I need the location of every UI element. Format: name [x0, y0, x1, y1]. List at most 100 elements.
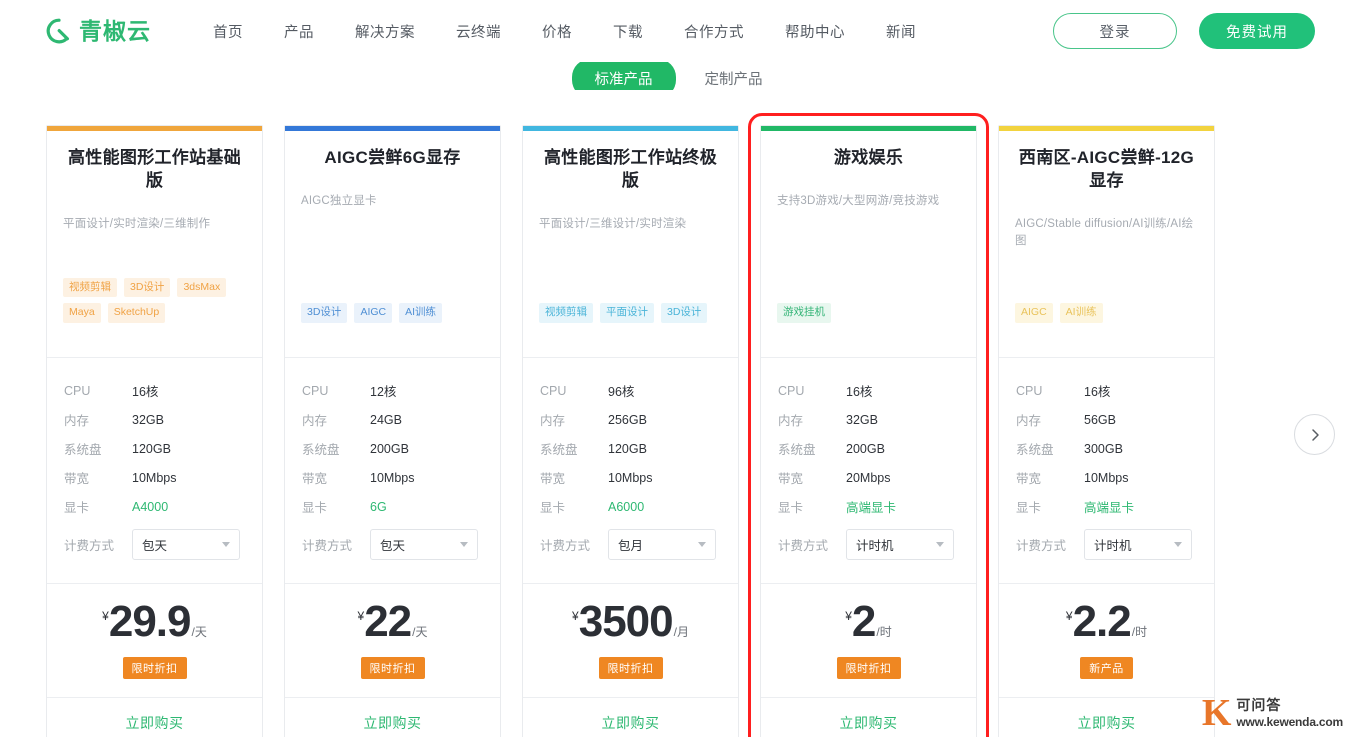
card-buy-block: 立即购买	[999, 697, 1214, 737]
feature-tag[interactable]: AI训练	[1059, 303, 1103, 323]
price-line: ¥ 29.9 /天	[102, 600, 207, 644]
nav-item-cloud-terminal[interactable]: 云终端	[456, 21, 501, 42]
billing-select[interactable]: 包天	[132, 528, 240, 560]
spec-label-memory: 内存	[778, 414, 804, 428]
spec-row-bandwidth: 带宽 10Mbps	[1016, 463, 1197, 492]
feature-tag[interactable]: AIGC	[354, 303, 393, 323]
pricing-card[interactable]: 西南区-AIGC尝鲜-12G显存 AIGC/Stable diffusion/A…	[998, 125, 1215, 737]
currency-symbol: ¥	[102, 609, 109, 623]
billing-select[interactable]: 计时机	[846, 528, 954, 560]
buy-now-button[interactable]: 立即购买	[840, 713, 898, 733]
spec-row-gpu: 显卡 6G	[302, 492, 483, 521]
tab-standard-products[interactable]: 标准产品	[571, 59, 676, 90]
card-title: 游戏娱乐	[833, 148, 904, 167]
spec-value-cpu: 16核	[132, 385, 159, 399]
pricing-card[interactable]: 高性能图形工作站基础版 平面设计/实时渲染/三维制作 视频剪辑 3D设计 3dsMa…	[46, 125, 263, 737]
spec-label-bandwidth: 带宽	[64, 472, 90, 486]
spec-row-memory: 内存 32GB	[778, 405, 959, 434]
spec-label-memory: 内存	[64, 414, 90, 428]
card-header: AIGC尝鲜6G显存 AIGC独立显卡 3D设计 AIGC AI训练	[285, 131, 500, 357]
card-price-block: ¥ 22 /天 限时折扣	[285, 583, 500, 697]
spec-row-bandwidth: 带宽 20Mbps	[778, 463, 959, 492]
promo-badge: 限时折扣	[360, 657, 425, 679]
nav-item-home[interactable]: 首页	[213, 21, 243, 42]
spec-row-billing: 计费方式 计时机	[1016, 521, 1197, 567]
billing-select-value: 包天	[380, 538, 406, 553]
spec-value-gpu: A4000	[132, 499, 169, 514]
spec-label-cpu: CPU	[1016, 383, 1043, 398]
spec-value-gpu: A6000	[608, 499, 645, 514]
card-tag-row: 游戏挂机	[777, 303, 960, 323]
card-spec-block: CPU 16核 内存 32GB 系统盘 200GB 带宽 20Mbps 显卡 高…	[761, 357, 976, 583]
spec-value-gpu: 高端显卡	[846, 501, 897, 515]
billing-select[interactable]: 包天	[370, 528, 478, 560]
feature-tag[interactable]: 3D设计	[661, 303, 708, 323]
card-spec-block: CPU 96核 内存 256GB 系统盘 120GB 带宽 10Mbps 显卡 …	[523, 357, 738, 583]
spec-label-disk: 系统盘	[1016, 443, 1054, 457]
currency-symbol: ¥	[572, 609, 579, 623]
price-amount: 3500	[578, 597, 674, 646]
spec-label-memory: 内存	[540, 414, 566, 428]
tab-custom-products[interactable]: 定制产品	[682, 59, 786, 90]
login-button[interactable]: 登录	[1053, 13, 1177, 49]
feature-tag[interactable]: 平面设计	[600, 303, 654, 323]
feature-tag[interactable]: 3dsMax	[177, 277, 227, 298]
feature-tag[interactable]: 视频剪辑	[539, 303, 593, 323]
feature-tag[interactable]: AI训练	[399, 303, 443, 323]
spec-value-memory: 32GB	[846, 412, 878, 427]
spec-label-bandwidth: 带宽	[1016, 472, 1042, 486]
currency-symbol: ¥	[1065, 609, 1073, 623]
spec-row-bandwidth: 带宽 10Mbps	[540, 463, 721, 492]
spec-value-bandwidth: 10Mbps	[370, 470, 415, 485]
price-amount: 29.9	[108, 597, 192, 646]
feature-tag[interactable]: SketchUp	[107, 303, 166, 323]
spec-label-billing: 计费方式	[302, 538, 353, 553]
pricing-card[interactable]: AIGC尝鲜6G显存 AIGC独立显卡 3D设计 AIGC AI训练 CPU 12核…	[284, 125, 501, 737]
nav-item-pricing[interactable]: 价格	[542, 21, 572, 42]
buy-now-button[interactable]: 立即购买	[126, 713, 184, 733]
buy-now-button[interactable]: 立即购买	[364, 713, 422, 733]
carousel-next-button[interactable]	[1294, 414, 1335, 455]
card-buy-block: 立即购买	[47, 697, 262, 737]
feature-tag[interactable]: 视频剪辑	[63, 277, 117, 298]
spec-row-gpu: 显卡 高端显卡	[778, 492, 959, 521]
free-trial-button[interactable]: 免费试用	[1199, 13, 1315, 49]
pricing-card[interactable]: 高性能图形工作站终极版 平面设计/三维设计/实时渲染 视频剪辑 平面设计 3D设计 …	[522, 125, 739, 737]
spec-label-memory: 内存	[302, 414, 328, 428]
spec-row-cpu: CPU 16核	[778, 376, 959, 405]
nav-item-products[interactable]: 产品	[284, 21, 314, 42]
currency-symbol: ¥	[357, 609, 365, 623]
card-buy-block: 立即购买	[285, 697, 500, 737]
card-subtitle: 平面设计/三维设计/实时渲染	[539, 217, 687, 230]
billing-select[interactable]: 包月	[608, 528, 716, 560]
card-header: 西南区-AIGC尝鲜-12G显存 AIGC/Stable diffusion/A…	[999, 131, 1214, 357]
nav-item-download[interactable]: 下载	[613, 21, 643, 42]
spec-label-memory: 内存	[1016, 414, 1042, 428]
card-price-block: ¥ 2 /时 限时折扣	[761, 583, 976, 697]
buy-now-button[interactable]: 立即购买	[1078, 713, 1136, 733]
feature-tag[interactable]: 3D设计	[301, 303, 348, 323]
card-price-block: ¥ 3500 /月 限时折扣	[523, 583, 738, 697]
site-header: 青椒云 首页 产品 解决方案 云终端 价格 下载 合作方式 帮助中心 新闻 登录…	[0, 0, 1357, 62]
card-subtitle: AIGC/Stable diffusion/AI训练/AI绘图	[1015, 217, 1194, 247]
logo[interactable]: 青椒云	[46, 18, 151, 44]
nav-item-news[interactable]: 新闻	[886, 21, 916, 42]
spec-row-disk: 系统盘 120GB	[64, 434, 245, 463]
billing-select[interactable]: 计时机	[1084, 528, 1192, 560]
spec-label-billing: 计费方式	[64, 538, 115, 553]
nav-item-solutions[interactable]: 解决方案	[355, 21, 415, 42]
feature-tag[interactable]: 3D设计	[124, 277, 171, 298]
billing-select-value: 计时机	[1094, 538, 1132, 553]
billing-select-value: 包天	[142, 538, 168, 553]
nav-item-help-center[interactable]: 帮助中心	[785, 21, 845, 42]
card-buy-block: 立即购买	[523, 697, 738, 737]
spec-label-cpu: CPU	[302, 383, 329, 398]
spec-value-gpu: 高端显卡	[1084, 501, 1135, 515]
buy-now-button[interactable]: 立即购买	[602, 713, 660, 733]
feature-tag[interactable]: AIGC	[1015, 303, 1053, 323]
pricing-card[interactable]: 游戏娱乐 支持3D游戏/大型网游/竞技游戏 游戏挂机 CPU 16核 内存 32…	[748, 113, 989, 737]
q-circle-logo-icon	[46, 18, 72, 44]
feature-tag[interactable]: Maya	[63, 303, 101, 323]
feature-tag[interactable]: 游戏挂机	[777, 303, 831, 323]
nav-item-partnership[interactable]: 合作方式	[684, 21, 744, 42]
